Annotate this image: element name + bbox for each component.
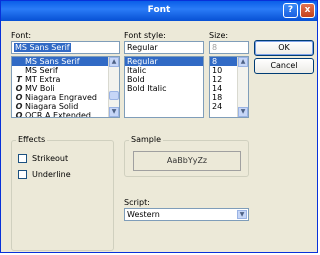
list-item-label: 8 <box>212 57 218 66</box>
list-item-label: 14 <box>212 84 223 93</box>
scroll-down-icon[interactable]: ▼ <box>109 107 119 117</box>
font-style-input[interactable]: Regular <box>124 41 204 54</box>
list-item-label: Bold Italic <box>127 84 167 93</box>
title-bar[interactable]: Font ? x <box>1 1 317 21</box>
font-size-list[interactable]: 8 10 12 14 18 24 ▲ ▼ <box>209 56 249 118</box>
font-style-value: Regular <box>127 43 158 52</box>
style-list-items: Regular Italic Bold Bold Italic <box>125 57 203 93</box>
opentype-icon: O <box>15 84 23 93</box>
list-item-label: MS Serif <box>25 66 58 75</box>
script-label: Script: <box>124 198 150 207</box>
effects-label: Effects <box>16 135 48 144</box>
list-item-label: Regular <box>127 57 158 66</box>
scroll-thumb[interactable] <box>109 91 119 100</box>
size-scroll-down-icon[interactable]: ▼ <box>238 107 248 117</box>
chevron-down-icon[interactable]: ▼ <box>237 210 247 219</box>
list-item-label: Bold <box>127 75 145 84</box>
font-dialog: Font ? x Font: MS Sans Serif MS Sans Ser… <box>0 0 318 253</box>
window-title: Font <box>147 5 171 15</box>
list-item-label: 10 <box>212 66 223 75</box>
close-button[interactable]: x <box>300 3 315 18</box>
sample-group: Sample AaBbYyZz <box>124 135 249 177</box>
font-label: Font: <box>11 31 31 40</box>
list-item[interactable]: Bold <box>125 75 203 84</box>
list-item[interactable]: O OCR A Extended <box>12 111 119 118</box>
effects-group: Effects Strikeout Underline <box>11 135 114 251</box>
list-item[interactable]: MS Serif <box>12 66 119 75</box>
list-item[interactable]: O MV Boli <box>12 84 119 93</box>
strikeout-checkbox[interactable] <box>18 154 27 163</box>
list-item-label: MT Extra <box>25 75 61 84</box>
strikeout-label[interactable]: Strikeout <box>32 154 68 163</box>
font-list[interactable]: MS Sans Serif MS Serif T MT Extra O MV Boli O N… <box>11 56 120 118</box>
opentype-icon: O <box>15 111 23 118</box>
truetype-icon: T <box>16 75 22 84</box>
script-select[interactable]: Western ▼ <box>124 208 249 221</box>
font-list-scrollbar[interactable]: ▲ ▼ <box>108 57 119 117</box>
font-style-list[interactable]: Regular Italic Bold Bold Italic <box>124 56 204 118</box>
underline-label[interactable]: Underline <box>32 170 71 179</box>
style-label: Font style: <box>124 31 166 40</box>
list-item-label: OCR A Extended <box>25 111 91 118</box>
font-list-items: MS Sans Serif MS Serif T MT Extra O MV Boli O N… <box>12 57 119 118</box>
sample-preview: AaBbYyZz <box>133 151 241 171</box>
list-item[interactable]: O Niagara Engraved <box>12 93 119 102</box>
font-size-input[interactable]: 8 <box>209 41 249 54</box>
font-label-text: Font: <box>11 31 32 40</box>
font-size-value: 8 <box>212 43 218 52</box>
list-item-label: MV Boli <box>25 84 55 93</box>
font-name-input[interactable]: MS Sans Serif <box>11 41 120 54</box>
help-button[interactable]: ? <box>283 3 298 18</box>
scroll-up-icon[interactable]: ▲ <box>109 57 119 67</box>
list-item-label: 24 <box>212 102 223 111</box>
cancel-button[interactable]: Cancel <box>254 58 314 74</box>
list-item-label: 12 <box>212 75 223 84</box>
sample-label: Sample <box>129 135 163 144</box>
script-value: Western <box>127 210 160 219</box>
list-item[interactable]: Italic <box>125 66 203 75</box>
opentype-icon: O <box>15 93 23 102</box>
list-item-label: Niagara Solid <box>25 102 79 111</box>
list-item[interactable]: MS Sans Serif <box>12 57 119 66</box>
ok-button[interactable]: OK <box>254 40 314 56</box>
list-item[interactable]: T MT Extra <box>12 75 119 84</box>
list-item[interactable]: Regular <box>125 57 203 66</box>
underline-checkbox[interactable] <box>18 170 27 179</box>
opentype-icon: O <box>15 102 23 111</box>
size-list-scrollbar[interactable]: ▲ ▼ <box>237 57 248 117</box>
size-label: Size: <box>209 31 229 40</box>
font-name-value: MS Sans Serif <box>14 43 71 52</box>
list-item-label: Italic <box>127 66 147 75</box>
list-item[interactable]: O Niagara Solid <box>12 102 119 111</box>
list-item-label: Niagara Engraved <box>25 93 97 102</box>
size-scroll-up-icon[interactable]: ▲ <box>238 57 248 67</box>
list-item[interactable]: Bold Italic <box>125 84 203 93</box>
list-item-label: MS Sans Serif <box>25 57 80 66</box>
list-item-label: 18 <box>212 93 223 102</box>
